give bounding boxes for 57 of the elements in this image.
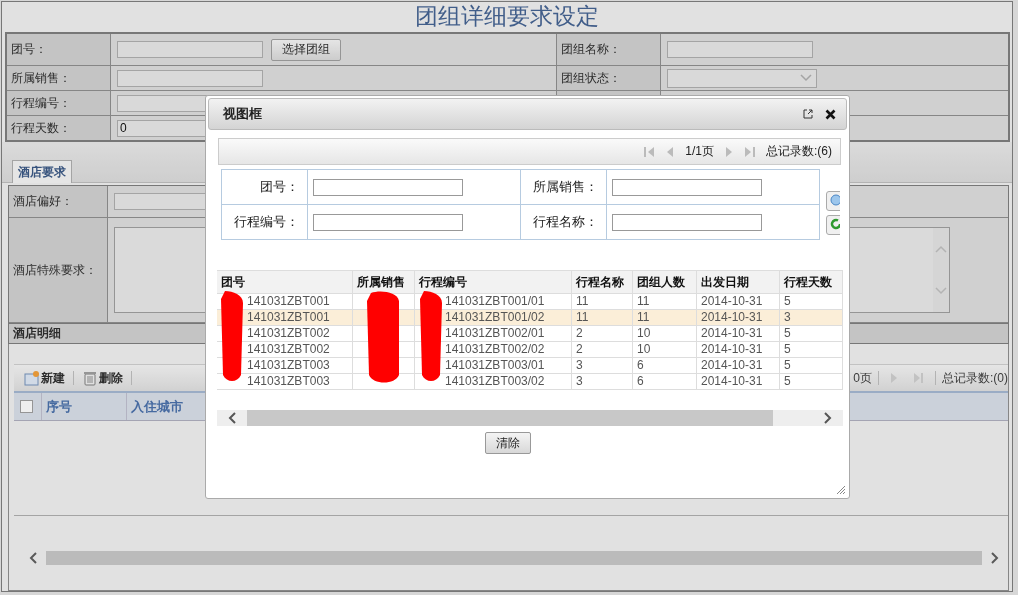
input-field[interactable] [117, 69, 263, 87]
column-header: 出发日期 [697, 271, 780, 293]
tab[interactable]: 酒店要求 [12, 160, 72, 183]
search-label: 行程编号： [222, 205, 308, 240]
next-page-icon[interactable] [724, 145, 734, 158]
scroll-left-icon[interactable] [227, 412, 237, 424]
search-label: 所属销售： [521, 170, 607, 205]
search-field[interactable] [313, 213, 463, 231]
record-count: 总记录数:(0) [942, 369, 1008, 387]
first-page-icon[interactable] [643, 145, 656, 158]
previous-page-icon[interactable] [665, 145, 676, 158]
input-field[interactable] [117, 41, 263, 58]
field-label: 团组名称： [556, 34, 661, 65]
field-label: 团组状态： [556, 66, 661, 90]
field-label: 团号： [7, 34, 111, 65]
toolbar-button[interactable]: 删除 [80, 369, 125, 387]
select-group-button[interactable]: 选择团组 [271, 38, 341, 61]
close-icon[interactable] [825, 108, 836, 120]
field-label: 酒店特殊要求： [9, 218, 108, 322]
column-header: 入住城市 [126, 393, 183, 420]
status-select[interactable] [667, 68, 817, 88]
input-field[interactable] [667, 41, 813, 58]
checkbox[interactable] [20, 400, 33, 413]
column-header: 行程天数 [780, 271, 843, 293]
last-page-icon[interactable] [913, 372, 925, 384]
field-label: 行程天数： [7, 116, 111, 140]
toolbar-button[interactable]: 新建 [22, 369, 67, 387]
column-header: 团组人数 [633, 271, 697, 293]
field-label: 酒店偏好： [9, 186, 108, 217]
scroll-left-icon[interactable] [28, 552, 38, 564]
page-title: 团组详细要求设定 [414, 3, 600, 31]
column-header: 行程名称 [572, 271, 633, 293]
new-document-icon [24, 370, 40, 386]
scroll-right-icon[interactable] [823, 412, 833, 424]
last-page-icon[interactable] [744, 145, 756, 158]
search-label: 行程名称： [521, 205, 607, 240]
column-header: 序号 [41, 393, 126, 420]
field-label: 行程编号： [7, 91, 111, 115]
clear-button[interactable]: 清除 [484, 432, 531, 454]
scroll-up-icon[interactable] [935, 245, 947, 253]
page-indicator: 1/1页 [685, 143, 714, 160]
scroll-right-icon[interactable] [990, 552, 1000, 564]
search-field[interactable] [313, 178, 463, 196]
horizontal-scrollbar[interactable] [217, 410, 843, 426]
record-count: 总记录数:(6) [766, 143, 832, 160]
resize-grip-icon[interactable] [836, 485, 846, 495]
table-row[interactable]: 141031ZBT003 141031ZBT003/02 3 6 2014-10-31 5 [217, 374, 843, 390]
page-count: 0页 [853, 369, 872, 387]
search-field[interactable] [612, 213, 762, 231]
next-page-icon[interactable] [889, 372, 899, 384]
field-label: 所属销售： [7, 66, 111, 90]
popout-icon[interactable] [803, 109, 813, 119]
trash-icon [82, 370, 98, 386]
search-field[interactable] [612, 178, 762, 196]
dropdown-icon [800, 74, 812, 82]
search-label: 团号： [222, 170, 308, 205]
scroll-down-icon[interactable] [935, 287, 947, 295]
